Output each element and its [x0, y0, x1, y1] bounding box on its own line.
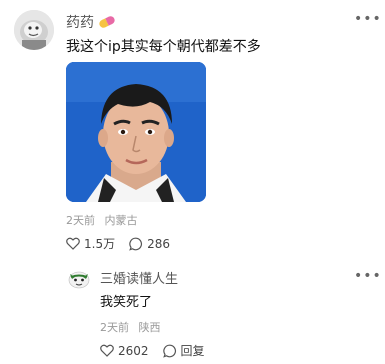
more-options-icon[interactable]: •••: [354, 12, 382, 26]
reply-count: 286: [147, 236, 170, 251]
reply-button-label: 回复: [180, 344, 205, 358]
reply-location: 陕西: [138, 321, 161, 334]
pill-icon: [97, 15, 117, 29]
reply-like-button[interactable]: 2602: [100, 344, 149, 358]
heart-icon: [66, 237, 80, 250]
comment-bubble-icon: [162, 344, 176, 358]
comment-meta: 2天前 内蒙古: [66, 212, 144, 228]
comment-photo[interactable]: [66, 62, 206, 202]
reply-more-options-icon[interactable]: •••: [354, 269, 382, 283]
reply-button[interactable]: 回复: [162, 342, 205, 359]
portrait-image: [66, 62, 206, 202]
comment-time: 2天前: [66, 214, 95, 227]
reply-avatar[interactable]: [68, 268, 90, 290]
comment-actions: 1.5万 286: [66, 235, 170, 252]
comment-text: 我这个ip其实每个朝代都差不多: [66, 39, 261, 55]
comment-username[interactable]: 药药: [66, 12, 94, 32]
reply-like-count: 2602: [118, 343, 149, 358]
reply-meta: 2天前 陕西: [100, 319, 167, 335]
comment-username-row[interactable]: 药药: [66, 12, 117, 32]
reply-username[interactable]: 三婚读懂人生: [100, 268, 178, 287]
reply-avatar-image: [68, 271, 90, 289]
like-button[interactable]: 1.5万: [66, 235, 115, 252]
reply-time: 2天前: [100, 321, 129, 334]
avatar[interactable]: [14, 10, 54, 50]
comment-bubble-icon: [129, 237, 143, 251]
reply-count-button[interactable]: 286: [129, 237, 170, 251]
avatar-image: [14, 10, 54, 50]
reply-actions: 2602 回复: [100, 342, 205, 359]
reply-text: 我笑死了: [100, 295, 153, 310]
like-count: 1.5万: [84, 237, 116, 251]
comment-location: 内蒙古: [104, 214, 138, 227]
heart-icon: [100, 344, 114, 357]
